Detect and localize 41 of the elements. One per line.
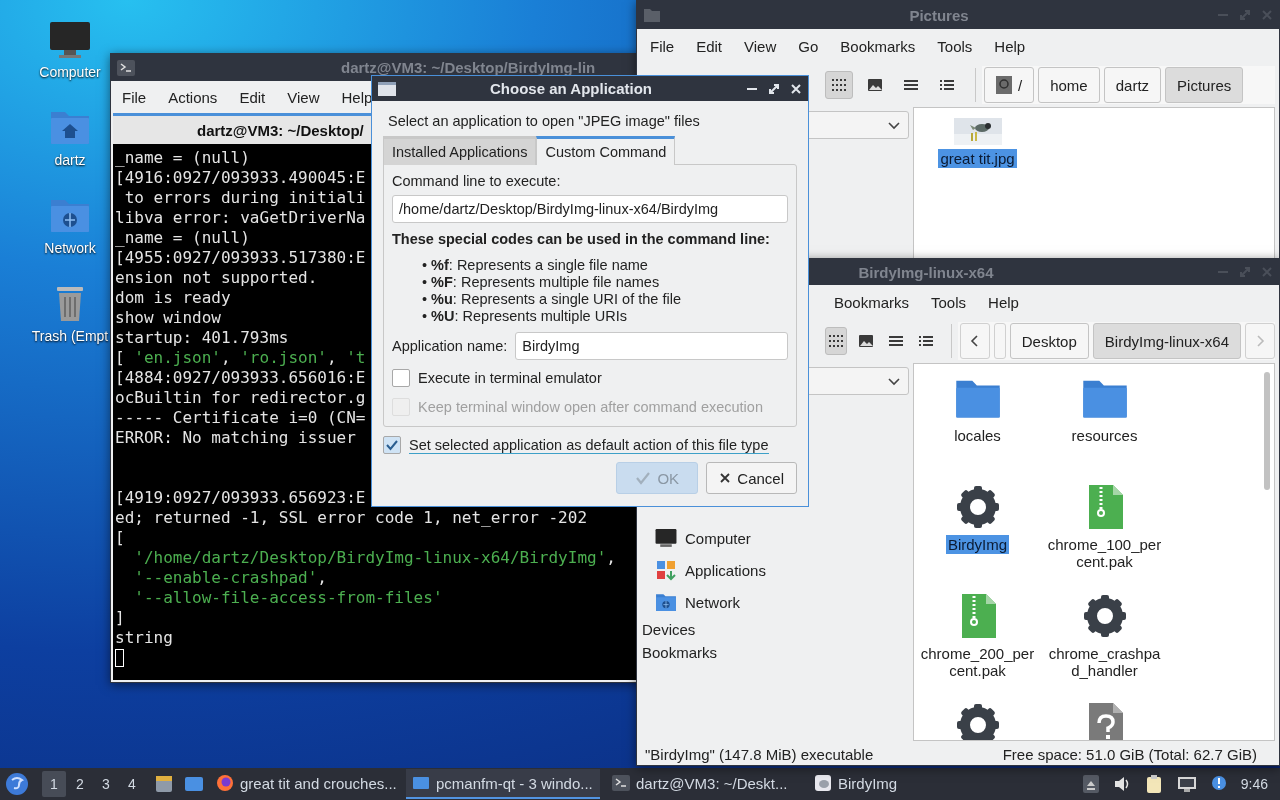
codes-heading: These special codes can be used in the command line: xyxy=(392,231,771,247)
terminal-line: _name = (null) xyxy=(115,228,250,248)
checkbox-label: Keep terminal window open after command execution xyxy=(418,399,763,415)
terminal-line: startup: 401.793ms xyxy=(115,328,289,348)
code-description: • %f: Represents a single file name xyxy=(422,257,649,274)
prompt-text: Select an application to open "JPEG image" files xyxy=(387,113,701,129)
terminal-line: [ xyxy=(115,528,125,548)
terminal-line: ocBuiltin for redirector.g xyxy=(115,388,366,408)
terminal-line: ed; returned -1, SSL error code 1, net_error -202 xyxy=(115,508,587,528)
terminal-line: [ 'en.json', 'ro.json', 't xyxy=(115,348,366,368)
terminal-line: '/home/dartz/Desktop/BirdyImg-linux-x64/BirdyImg', xyxy=(133,548,616,568)
terminal-line: ERROR: No matching issuer xyxy=(115,428,356,448)
terminal-line: _name = (null) xyxy=(115,148,250,168)
terminal-line: [4955:0927/093933.517380:E xyxy=(115,248,366,268)
clock: 9:46 xyxy=(1240,776,1268,792)
field-label: Command line to execute: xyxy=(392,173,562,189)
window-title: BirdyImg-linux-x64 xyxy=(857,263,995,281)
terminal-line: libva error: vaGetDriverNa xyxy=(115,208,366,228)
terminal-line: [4919:0927/093933.656923:E xyxy=(115,488,366,508)
terminal-line: ] xyxy=(115,608,125,628)
terminal-line: ----- Certificate i=0 (CN= xyxy=(115,408,366,428)
checkbox-label: Set selected application as default action of this file type xyxy=(409,436,769,454)
code-description: • %U: Represents multiple URIs xyxy=(422,308,628,325)
window-title: Choose an Application xyxy=(489,80,653,97)
code-description: • %F: Represents multiple file names xyxy=(422,274,661,291)
terminal-line: '--enable-crashpad', xyxy=(133,568,327,588)
terminal-line: to errors during initiali xyxy=(123,188,366,208)
terminal-line: dom is ready xyxy=(115,288,231,308)
window-title: dartz@VM3: ~/Desktop/BirdyImg-lin xyxy=(341,59,596,76)
status-text: "BirdyImg" (147.8 MiB) executable xyxy=(645,745,874,763)
checkbox-label: Execute in terminal emulator xyxy=(418,370,602,386)
field-label: Application name: xyxy=(392,338,508,354)
free-space-text: Free space: 51.0 GiB (Total: 62.7 GiB) xyxy=(1002,745,1257,763)
terminal-line: [4916:0927/093933.490045:E xyxy=(115,168,366,188)
terminal-line: [4884:0927/093933.656016:E xyxy=(115,368,366,388)
terminal-line: '--allow-file-access-from-files' xyxy=(133,588,443,608)
terminal-line: show window xyxy=(115,308,221,328)
terminal-line: string xyxy=(115,628,173,648)
window-title: Pictures xyxy=(908,6,970,24)
code-description: • %u: Represents a single URI of the file xyxy=(422,291,682,308)
terminal-line: ension not supported. xyxy=(115,268,318,288)
